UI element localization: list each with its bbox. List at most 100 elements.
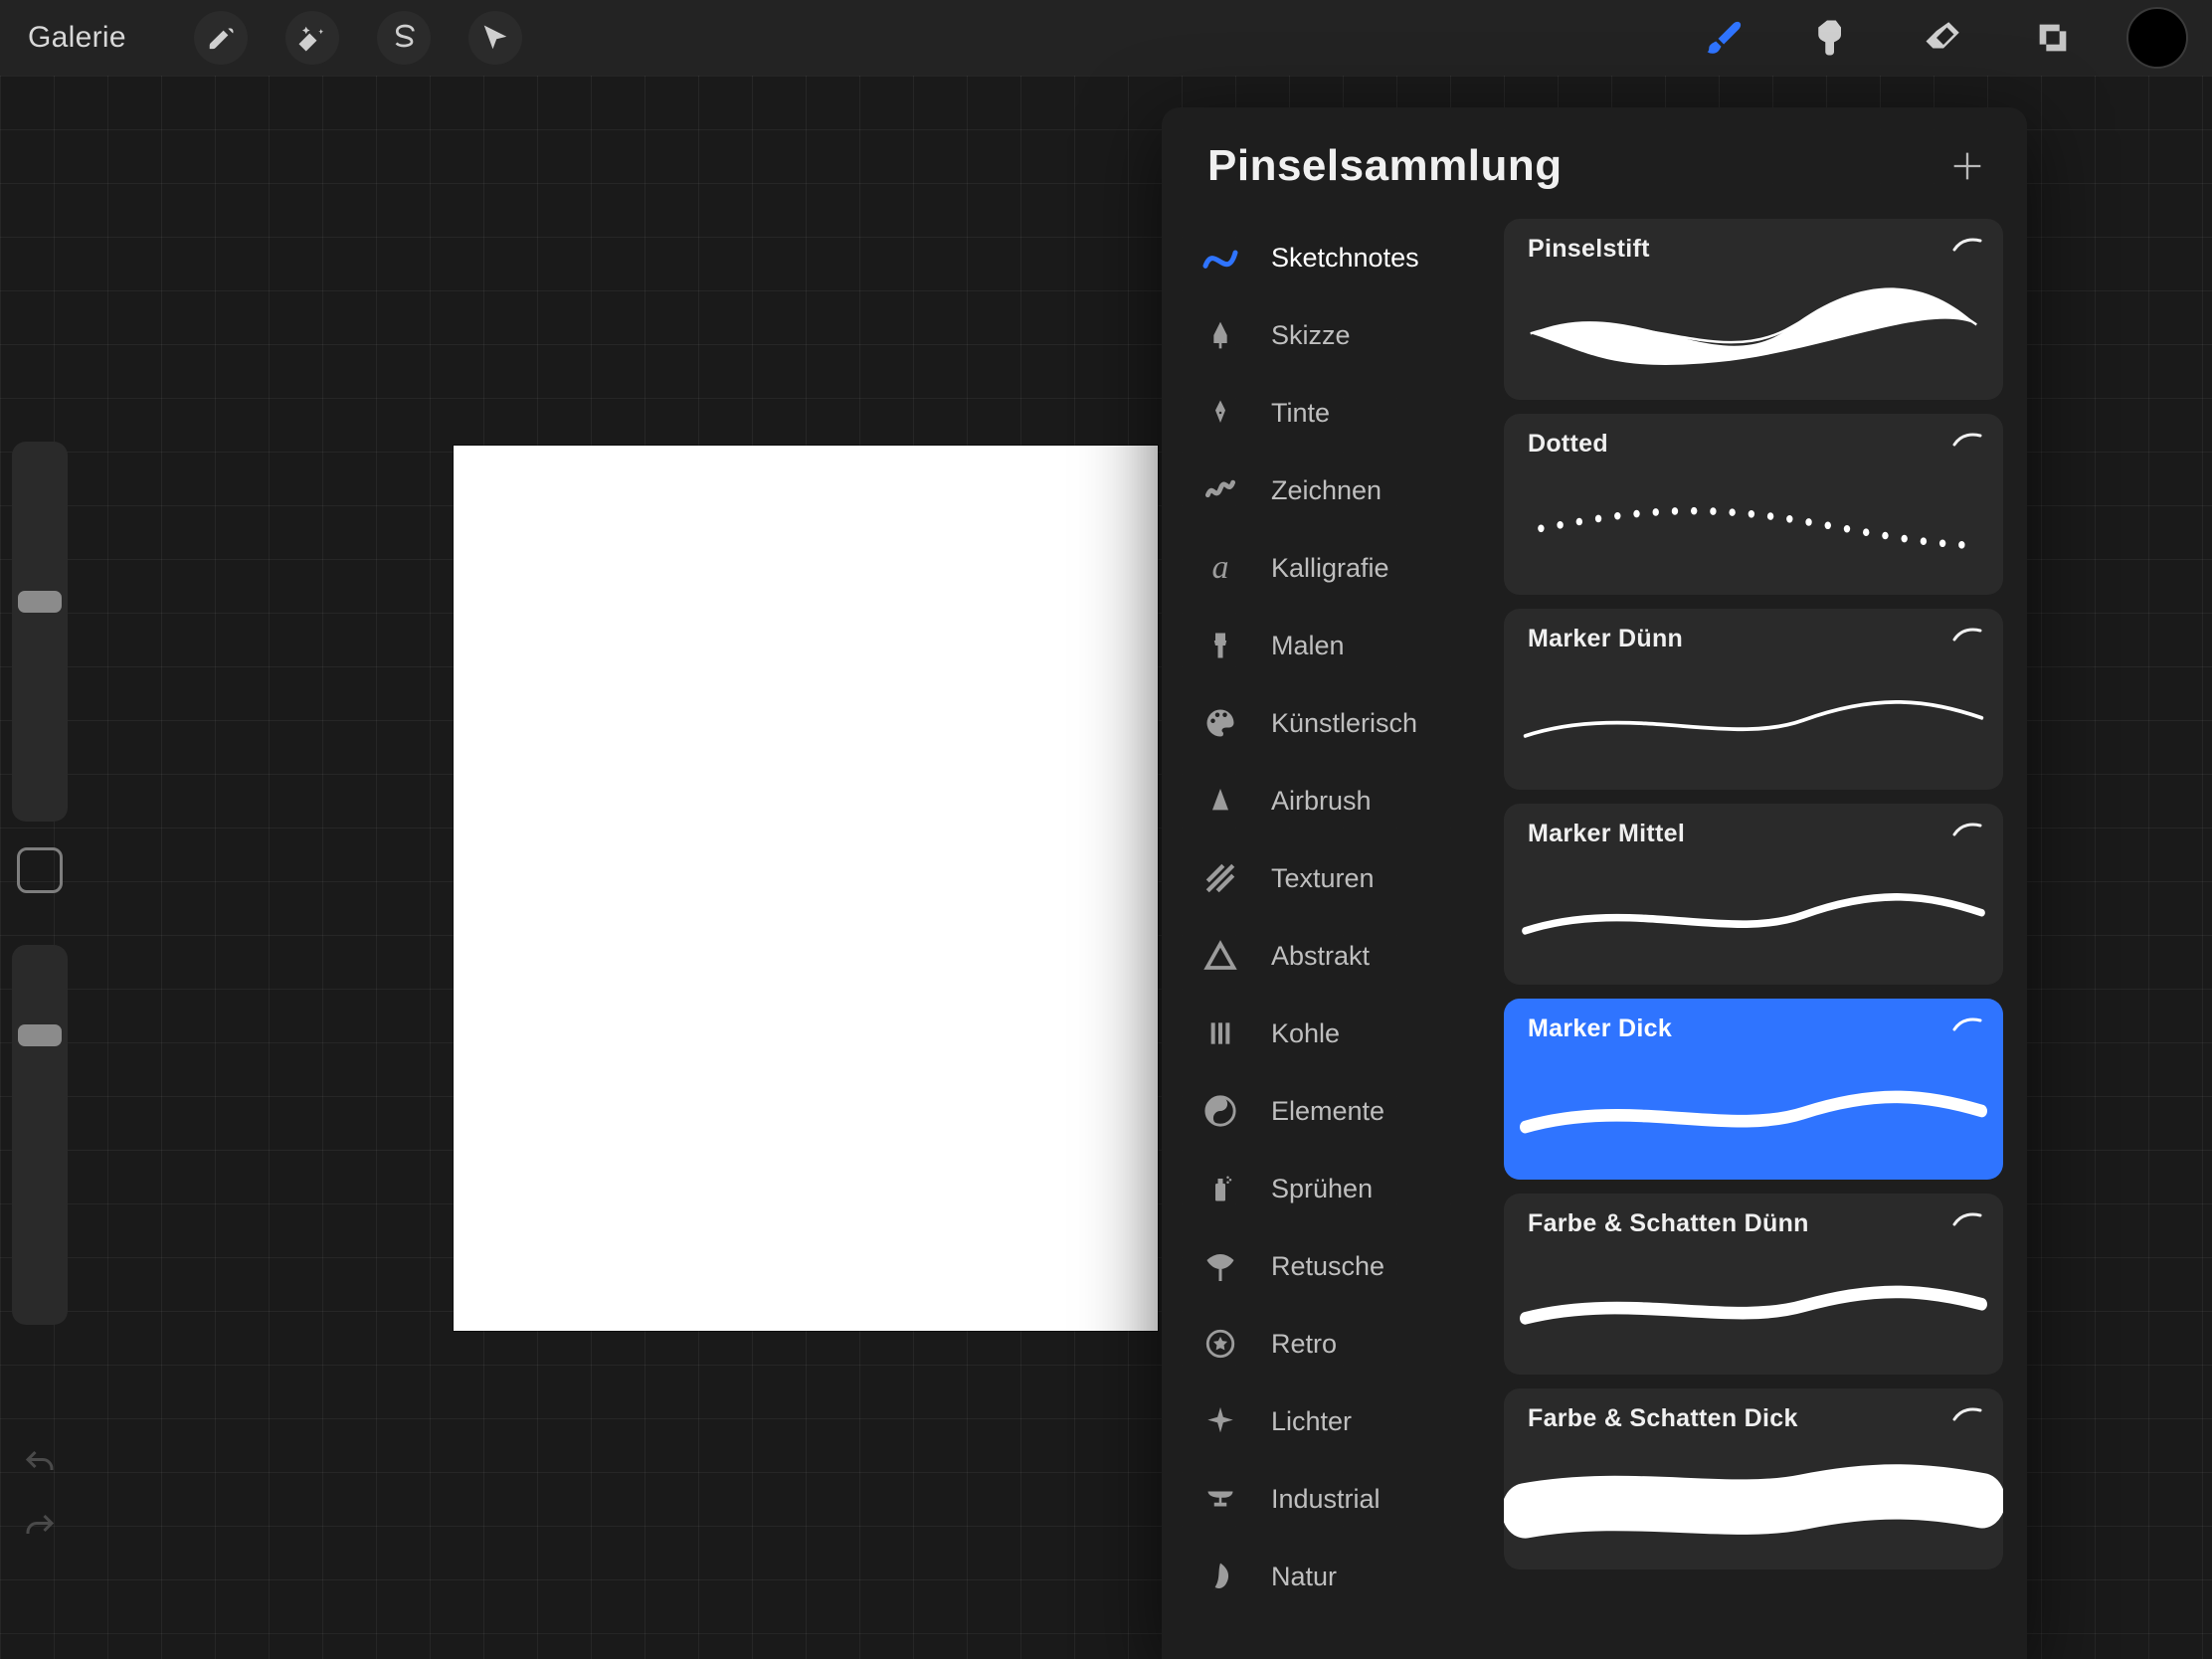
brush-category-label: Retro — [1271, 1329, 1500, 1360]
slider-knob[interactable] — [18, 591, 62, 613]
flat-brush-icon — [1198, 623, 1243, 668]
brush-category-item[interactable]: Sprühen — [1176, 1150, 1500, 1227]
brush-badge-icon — [1951, 1404, 1983, 1424]
brush-preview — [1504, 1434, 2003, 1560]
brush-card[interactable]: Farbe & Schatten Dick — [1504, 1388, 2003, 1569]
cursor-icon[interactable] — [468, 11, 522, 65]
brush-badge-icon — [1951, 820, 1983, 839]
brush-category-item[interactable]: Airbrush — [1176, 762, 1500, 839]
brush-badge-icon — [1951, 235, 1983, 255]
smudge-icon[interactable] — [1798, 12, 1870, 64]
brush-category-list[interactable]: Sketchnotes Skizze Tinte ZeichnenaKalligraf… — [1176, 219, 1504, 1659]
brush-name: Marker Dünn — [1528, 625, 1979, 653]
layers-icon[interactable] — [2017, 12, 2089, 64]
brush-library-popover: Pinselsammlung Sketchnotes Skizze Tinte Zei… — [1162, 107, 2027, 1659]
brush-category-item[interactable]: Sketchnotes — [1176, 219, 1500, 296]
brush-category-item[interactable]: Elemente — [1176, 1072, 1500, 1150]
brush-preview — [1504, 265, 2003, 390]
fan-brush-icon — [1198, 1243, 1243, 1289]
brush-category-label: Kohle — [1271, 1018, 1500, 1049]
gallery-button[interactable]: Galerie — [28, 21, 126, 55]
brush-category-label: Texturen — [1271, 863, 1500, 894]
stroke-curve-icon — [1198, 235, 1243, 280]
brush-opacity-slider[interactable] — [12, 945, 68, 1325]
brush-badge-icon — [1951, 430, 1983, 450]
brush-category-label: Industrial — [1271, 1484, 1500, 1515]
brush-card[interactable]: Marker Dick — [1504, 999, 2003, 1180]
brush-preview — [1504, 849, 2003, 975]
brush-category-item[interactable]: Zeichnen — [1176, 452, 1500, 529]
brush-category-item[interactable]: Malen — [1176, 607, 1500, 684]
yinyang-icon — [1198, 1088, 1243, 1134]
brush-category-item[interactable]: Lichter — [1176, 1382, 1500, 1460]
brush-name: Farbe & Schatten Dick — [1528, 1404, 1979, 1433]
spray-can-icon — [1198, 1166, 1243, 1211]
brush-category-label: Sprühen — [1271, 1174, 1500, 1204]
brush-category-item[interactable]: Tinte — [1176, 374, 1500, 452]
brush-category-label: Airbrush — [1271, 786, 1500, 817]
brush-name: Marker Dick — [1528, 1014, 1979, 1043]
brush-name: Marker Mittel — [1528, 820, 1979, 848]
brush-category-item[interactable]: Skizze — [1176, 296, 1500, 374]
brush-category-label: Lichter — [1271, 1406, 1500, 1437]
magic-wand-icon[interactable] — [285, 11, 339, 65]
brush-category-label: Abstrakt — [1271, 941, 1500, 972]
brush-category-item[interactable]: Kohle — [1176, 995, 1500, 1072]
eraser-icon[interactable] — [1908, 12, 1979, 64]
leaf-icon — [1198, 1554, 1243, 1599]
brush-card[interactable]: Marker Mittel — [1504, 804, 2003, 985]
palette-icon — [1198, 700, 1243, 746]
brush-card[interactable]: Pinselstift — [1504, 219, 2003, 400]
brush-size-slider[interactable] — [12, 442, 68, 822]
canvas[interactable] — [454, 446, 1158, 1331]
brush-name: Pinselstift — [1528, 235, 1979, 264]
slider-knob[interactable] — [18, 1024, 62, 1046]
select-s-icon[interactable] — [377, 11, 431, 65]
brush-badge-icon — [1951, 1209, 1983, 1229]
popover-header: Pinselsammlung — [1162, 107, 2027, 213]
brush-preview — [1504, 654, 2003, 780]
brush-list[interactable]: Pinselstift Dotted Marker Dünn Marker Mitte… — [1504, 219, 2009, 1659]
brush-name: Farbe & Schatten Dünn — [1528, 1209, 1979, 1238]
brush-name: Dotted — [1528, 430, 1979, 459]
hatch-icon — [1198, 855, 1243, 901]
sparkle-icon — [1198, 1398, 1243, 1444]
undo-button[interactable] — [20, 1444, 60, 1484]
brush-icon[interactable] — [1689, 12, 1760, 64]
add-brush-button[interactable] — [1947, 146, 1987, 186]
redo-button[interactable] — [20, 1508, 60, 1548]
brush-badge-icon — [1951, 1014, 1983, 1034]
brush-badge-icon — [1951, 625, 1983, 645]
brush-preview — [1504, 1044, 2003, 1170]
wrench-icon[interactable] — [194, 11, 248, 65]
brush-category-label: Tinte — [1271, 398, 1500, 429]
brush-preview — [1504, 1239, 2003, 1365]
brush-category-item[interactable]: Retusche — [1176, 1227, 1500, 1305]
brush-preview — [1504, 460, 2003, 585]
brush-category-item[interactable]: Texturen — [1176, 839, 1500, 917]
brush-category-item[interactable]: Industrial — [1176, 1460, 1500, 1538]
modify-button[interactable] — [17, 847, 63, 893]
brush-category-label: Malen — [1271, 631, 1500, 661]
bars-icon — [1198, 1011, 1243, 1056]
popover-title: Pinselsammlung — [1207, 141, 1563, 191]
brush-category-item[interactable]: Künstlerisch — [1176, 684, 1500, 762]
anvil-icon — [1198, 1476, 1243, 1522]
brush-category-item[interactable]: Retro — [1176, 1305, 1500, 1382]
brush-card[interactable]: Marker Dünn — [1504, 609, 2003, 790]
undo-redo-group — [20, 1444, 60, 1548]
brush-category-item[interactable]: Natur — [1176, 1538, 1500, 1615]
brush-category-label: Sketchnotes — [1271, 243, 1500, 274]
brush-card[interactable]: Dotted — [1504, 414, 2003, 595]
color-swatch[interactable] — [2126, 7, 2188, 69]
brush-category-label: Elemente — [1271, 1096, 1500, 1127]
brush-card[interactable]: Farbe & Schatten Dünn — [1504, 1194, 2003, 1375]
fountain-pen-icon — [1198, 390, 1243, 436]
brush-category-item[interactable]: aKalligrafie — [1176, 529, 1500, 607]
brush-category-label: Künstlerisch — [1271, 708, 1500, 739]
side-panel — [10, 442, 70, 1548]
brush-category-label: Retusche — [1271, 1251, 1500, 1282]
star-badge-icon — [1198, 1321, 1243, 1367]
triangle-icon — [1198, 933, 1243, 979]
brush-category-item[interactable]: Abstrakt — [1176, 917, 1500, 995]
